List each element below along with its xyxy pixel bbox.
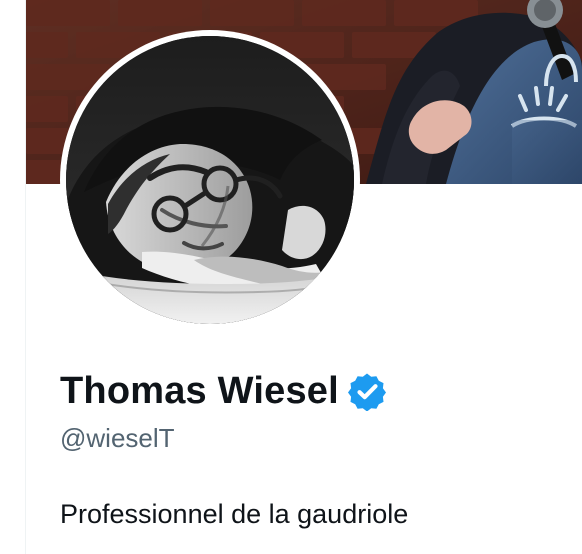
profile-handle: @wieselT (60, 423, 175, 453)
avatar[interactable] (66, 36, 354, 324)
profile-bio: Professionnel de la gaudriole (60, 499, 409, 529)
verified-badge-icon (347, 371, 387, 411)
profile-header: Thomas Wiesel @wieselT Professionnel de … (26, 0, 582, 554)
left-gutter (0, 0, 26, 554)
profile-name-row: Thomas Wiesel (60, 368, 387, 414)
profile-display-name: Thomas Wiesel (60, 370, 339, 412)
